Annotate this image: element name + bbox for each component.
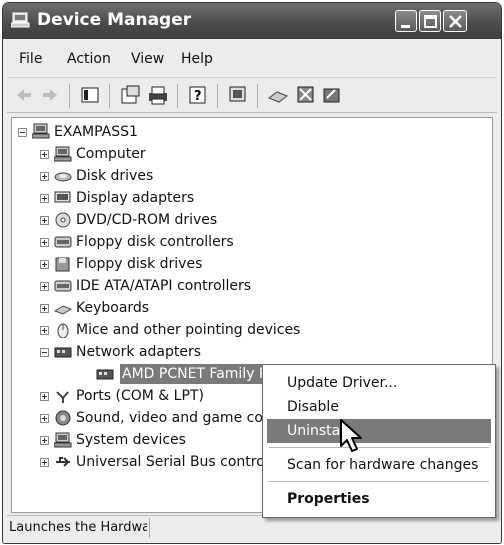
tree-root-label: EXAMPASS1 (54, 124, 138, 140)
device-manager-icon (11, 12, 30, 28)
network-icon (96, 369, 114, 380)
mouse-icon (57, 323, 69, 338)
expand-icon[interactable] (40, 392, 49, 401)
svg-text:?: ? (194, 89, 202, 104)
help-icon[interactable]: ? (187, 84, 209, 106)
title-bar[interactable]: Device Manager (3, 3, 501, 39)
expand-icon[interactable] (40, 326, 49, 335)
expand-icon[interactable] (40, 414, 49, 423)
expand-icon[interactable] (40, 216, 49, 225)
expand-icon[interactable] (40, 282, 49, 291)
forward-arrow-icon[interactable] (39, 84, 61, 106)
expand-icon[interactable] (40, 304, 49, 313)
expand-icon[interactable] (40, 436, 49, 445)
tree-item-label: Network adapters (76, 344, 201, 360)
menu-action[interactable]: Action (67, 51, 111, 67)
computer-icon (32, 123, 50, 139)
floppy-icon (55, 257, 70, 272)
controller-icon (54, 280, 72, 292)
tree-item-label: Computer (76, 146, 146, 162)
tree-item-label: Floppy disk controllers (76, 234, 234, 250)
uninstall-icon[interactable] (295, 84, 317, 106)
status-text: Launches the Hardware Update Wizard (9, 520, 147, 535)
maximize-button[interactable] (419, 10, 441, 32)
computer-icon (54, 432, 72, 448)
mouse-cursor-icon (340, 419, 362, 452)
close-button[interactable] (443, 10, 467, 32)
cdrom-icon (55, 212, 71, 228)
print-icon[interactable] (147, 84, 169, 106)
menu-bar: File Action View Help (7, 43, 497, 73)
keyboard-icon (54, 305, 72, 315)
update-driver-icon[interactable] (267, 84, 289, 106)
disable-device-icon[interactable] (321, 84, 343, 106)
collapse-icon[interactable] (18, 128, 27, 137)
expand-icon[interactable] (40, 172, 49, 181)
expand-icon[interactable] (40, 458, 49, 467)
tree-item-label: Display adapters (76, 190, 195, 206)
disk-icon (54, 172, 72, 182)
menu-help[interactable]: Help (181, 51, 213, 67)
computer-icon (54, 146, 72, 162)
tree-item-label: Ports (COM & LPT) (76, 388, 204, 404)
expand-icon[interactable] (40, 260, 49, 269)
expand-icon[interactable] (40, 150, 49, 159)
tree-item-label: Disk drives (76, 168, 154, 184)
disable-menu-item[interactable]: Disable (267, 395, 491, 419)
port-icon (56, 391, 69, 403)
back-arrow-icon[interactable] (13, 84, 35, 106)
tree-item-label: Floppy disk drives (76, 256, 203, 272)
tree-item-label: System devices (76, 432, 186, 448)
menu-view[interactable]: View (131, 51, 164, 67)
collapse-icon[interactable] (40, 348, 49, 357)
context-menu: Update Driver... Disable Uninstall Scan … (262, 364, 496, 518)
network-icon (54, 347, 72, 358)
show-hide-tree-icon[interactable] (79, 84, 101, 106)
window-title: Device Manager (37, 10, 192, 30)
tree-item-label: Keyboards (76, 300, 150, 316)
tree-item-label: DVD/CD-ROM drives (76, 212, 218, 228)
controller-icon (54, 236, 72, 248)
tree-item-label: IDE ATA/ATAPI controllers (76, 278, 252, 294)
usb-icon (56, 457, 70, 467)
expand-icon[interactable] (40, 238, 49, 247)
minimize-button[interactable] (395, 10, 417, 32)
properties-icon[interactable] (119, 84, 141, 106)
status-bar: Launches the Hardware Update Wizard (7, 515, 497, 540)
scan-hardware-menu-item[interactable]: Scan for hardware changes (267, 453, 491, 477)
properties-menu-item[interactable]: Properties (267, 487, 491, 511)
menu-file[interactable]: File (19, 51, 42, 67)
display-icon (54, 191, 71, 203)
tree-item-label: Mice and other pointing devices (76, 322, 301, 338)
toolbar: ? (7, 77, 497, 113)
sound-icon (55, 410, 71, 426)
expand-icon[interactable] (40, 194, 49, 203)
scan-hardware-icon[interactable] (227, 84, 249, 106)
update-driver-menu-item[interactable]: Update Driver... (267, 371, 491, 395)
uninstall-menu-item[interactable]: Uninstall (267, 419, 491, 443)
